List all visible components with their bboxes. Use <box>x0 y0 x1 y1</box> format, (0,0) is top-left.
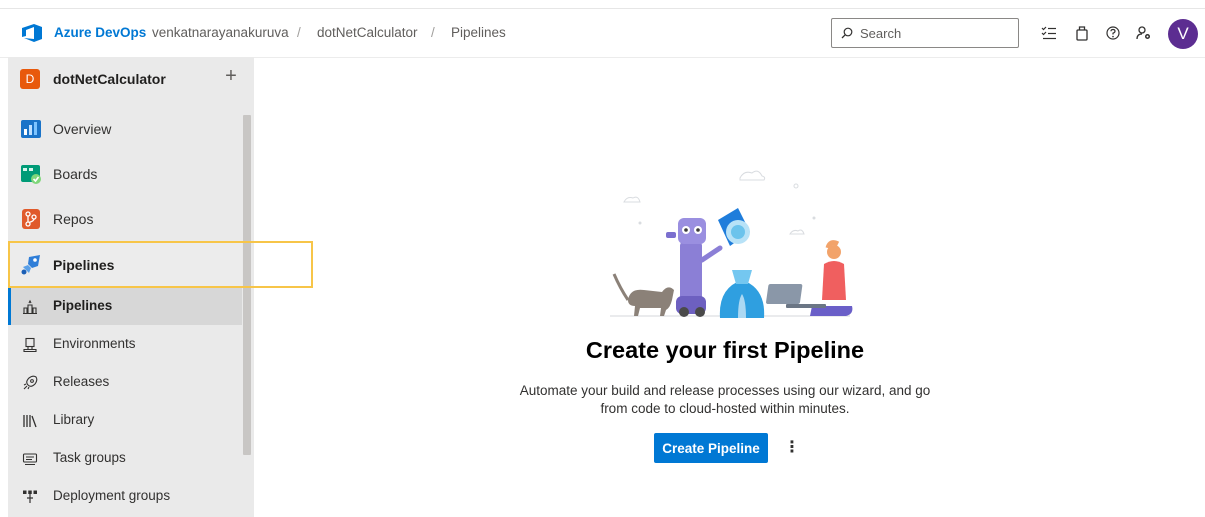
subnav-item-label: Pipelines <box>53 298 113 313</box>
avatar[interactable]: V <box>1168 19 1198 49</box>
subnav-item-releases[interactable]: Releases <box>8 364 242 401</box>
create-pipeline-button[interactable]: Create Pipeline <box>654 433 768 463</box>
pipelines-sub-icon <box>23 299 37 315</box>
subnav-item-task-groups[interactable]: Task groups <box>8 440 242 477</box>
search-icon <box>841 27 853 39</box>
breadcrumb-organization[interactable]: venkatnarayanakuruva <box>152 25 289 40</box>
library-icon <box>23 415 37 428</box>
sidebar-item-label: Repos <box>53 211 94 227</box>
project-name[interactable]: dotNetCalculator <box>53 71 166 87</box>
sidebar-item-label: Boards <box>53 166 98 182</box>
sidebar-item-label: Overview <box>53 121 112 137</box>
subnav-item-library[interactable]: Library <box>8 402 242 439</box>
breadcrumb-pipelines[interactable]: Pipelines <box>451 25 506 40</box>
deployment-groups-icon <box>23 490 37 503</box>
marketplace-bag-icon[interactable] <box>1073 24 1091 42</box>
more-options-icon[interactable]: ⋮ <box>782 437 802 459</box>
breadcrumb-separator: / <box>431 25 435 40</box>
subnav-item-label: Library <box>53 412 95 427</box>
user-settings-icon[interactable] <box>1135 24 1153 42</box>
sidebar-item-boards[interactable]: Boards <box>8 152 242 196</box>
sidebar-item-overview[interactable]: Overview <box>8 107 242 151</box>
empty-state-title: Create your first Pipeline <box>585 337 865 363</box>
boards-icon <box>21 165 41 184</box>
sidebar-item-repos[interactable]: Repos <box>8 197 242 241</box>
task-groups-icon <box>22 453 38 466</box>
subnav-item-label: Releases <box>53 374 110 389</box>
subnav-item-label: Task groups <box>53 450 126 465</box>
empty-state-description: Automate your build and release processe… <box>519 383 931 416</box>
add-icon[interactable]: + <box>222 65 240 87</box>
repos-icon <box>22 209 40 229</box>
subnav-item-pipelines[interactable]: Pipelines <box>8 288 242 325</box>
environments-icon <box>23 337 37 353</box>
overview-icon <box>21 120 41 138</box>
subnav-item-label: Deployment groups <box>53 488 171 503</box>
brand-link[interactable]: Azure DevOps <box>54 25 146 40</box>
project-badge: D <box>20 69 40 89</box>
pipelines-highlight-box <box>8 241 313 288</box>
breadcrumb-project[interactable]: dotNetCalculator <box>317 25 418 40</box>
releases-icon <box>23 375 38 390</box>
robot-illustration <box>610 170 853 318</box>
help-icon[interactable] <box>1104 24 1122 42</box>
top-header: Azure DevOps venkatnarayanakuruva / dotN… <box>0 8 1205 58</box>
task-list-icon[interactable] <box>1040 24 1058 42</box>
search-box[interactable] <box>831 18 1019 48</box>
search-input[interactable] <box>860 24 1010 42</box>
subnav-item-deployment-groups[interactable]: Deployment groups <box>8 478 242 515</box>
azure-devops-logo-icon[interactable] <box>20 23 44 43</box>
subnav-item-label: Environments <box>53 336 136 351</box>
breadcrumb-separator: / <box>297 25 301 40</box>
subnav-item-environments[interactable]: Environments <box>8 326 242 363</box>
